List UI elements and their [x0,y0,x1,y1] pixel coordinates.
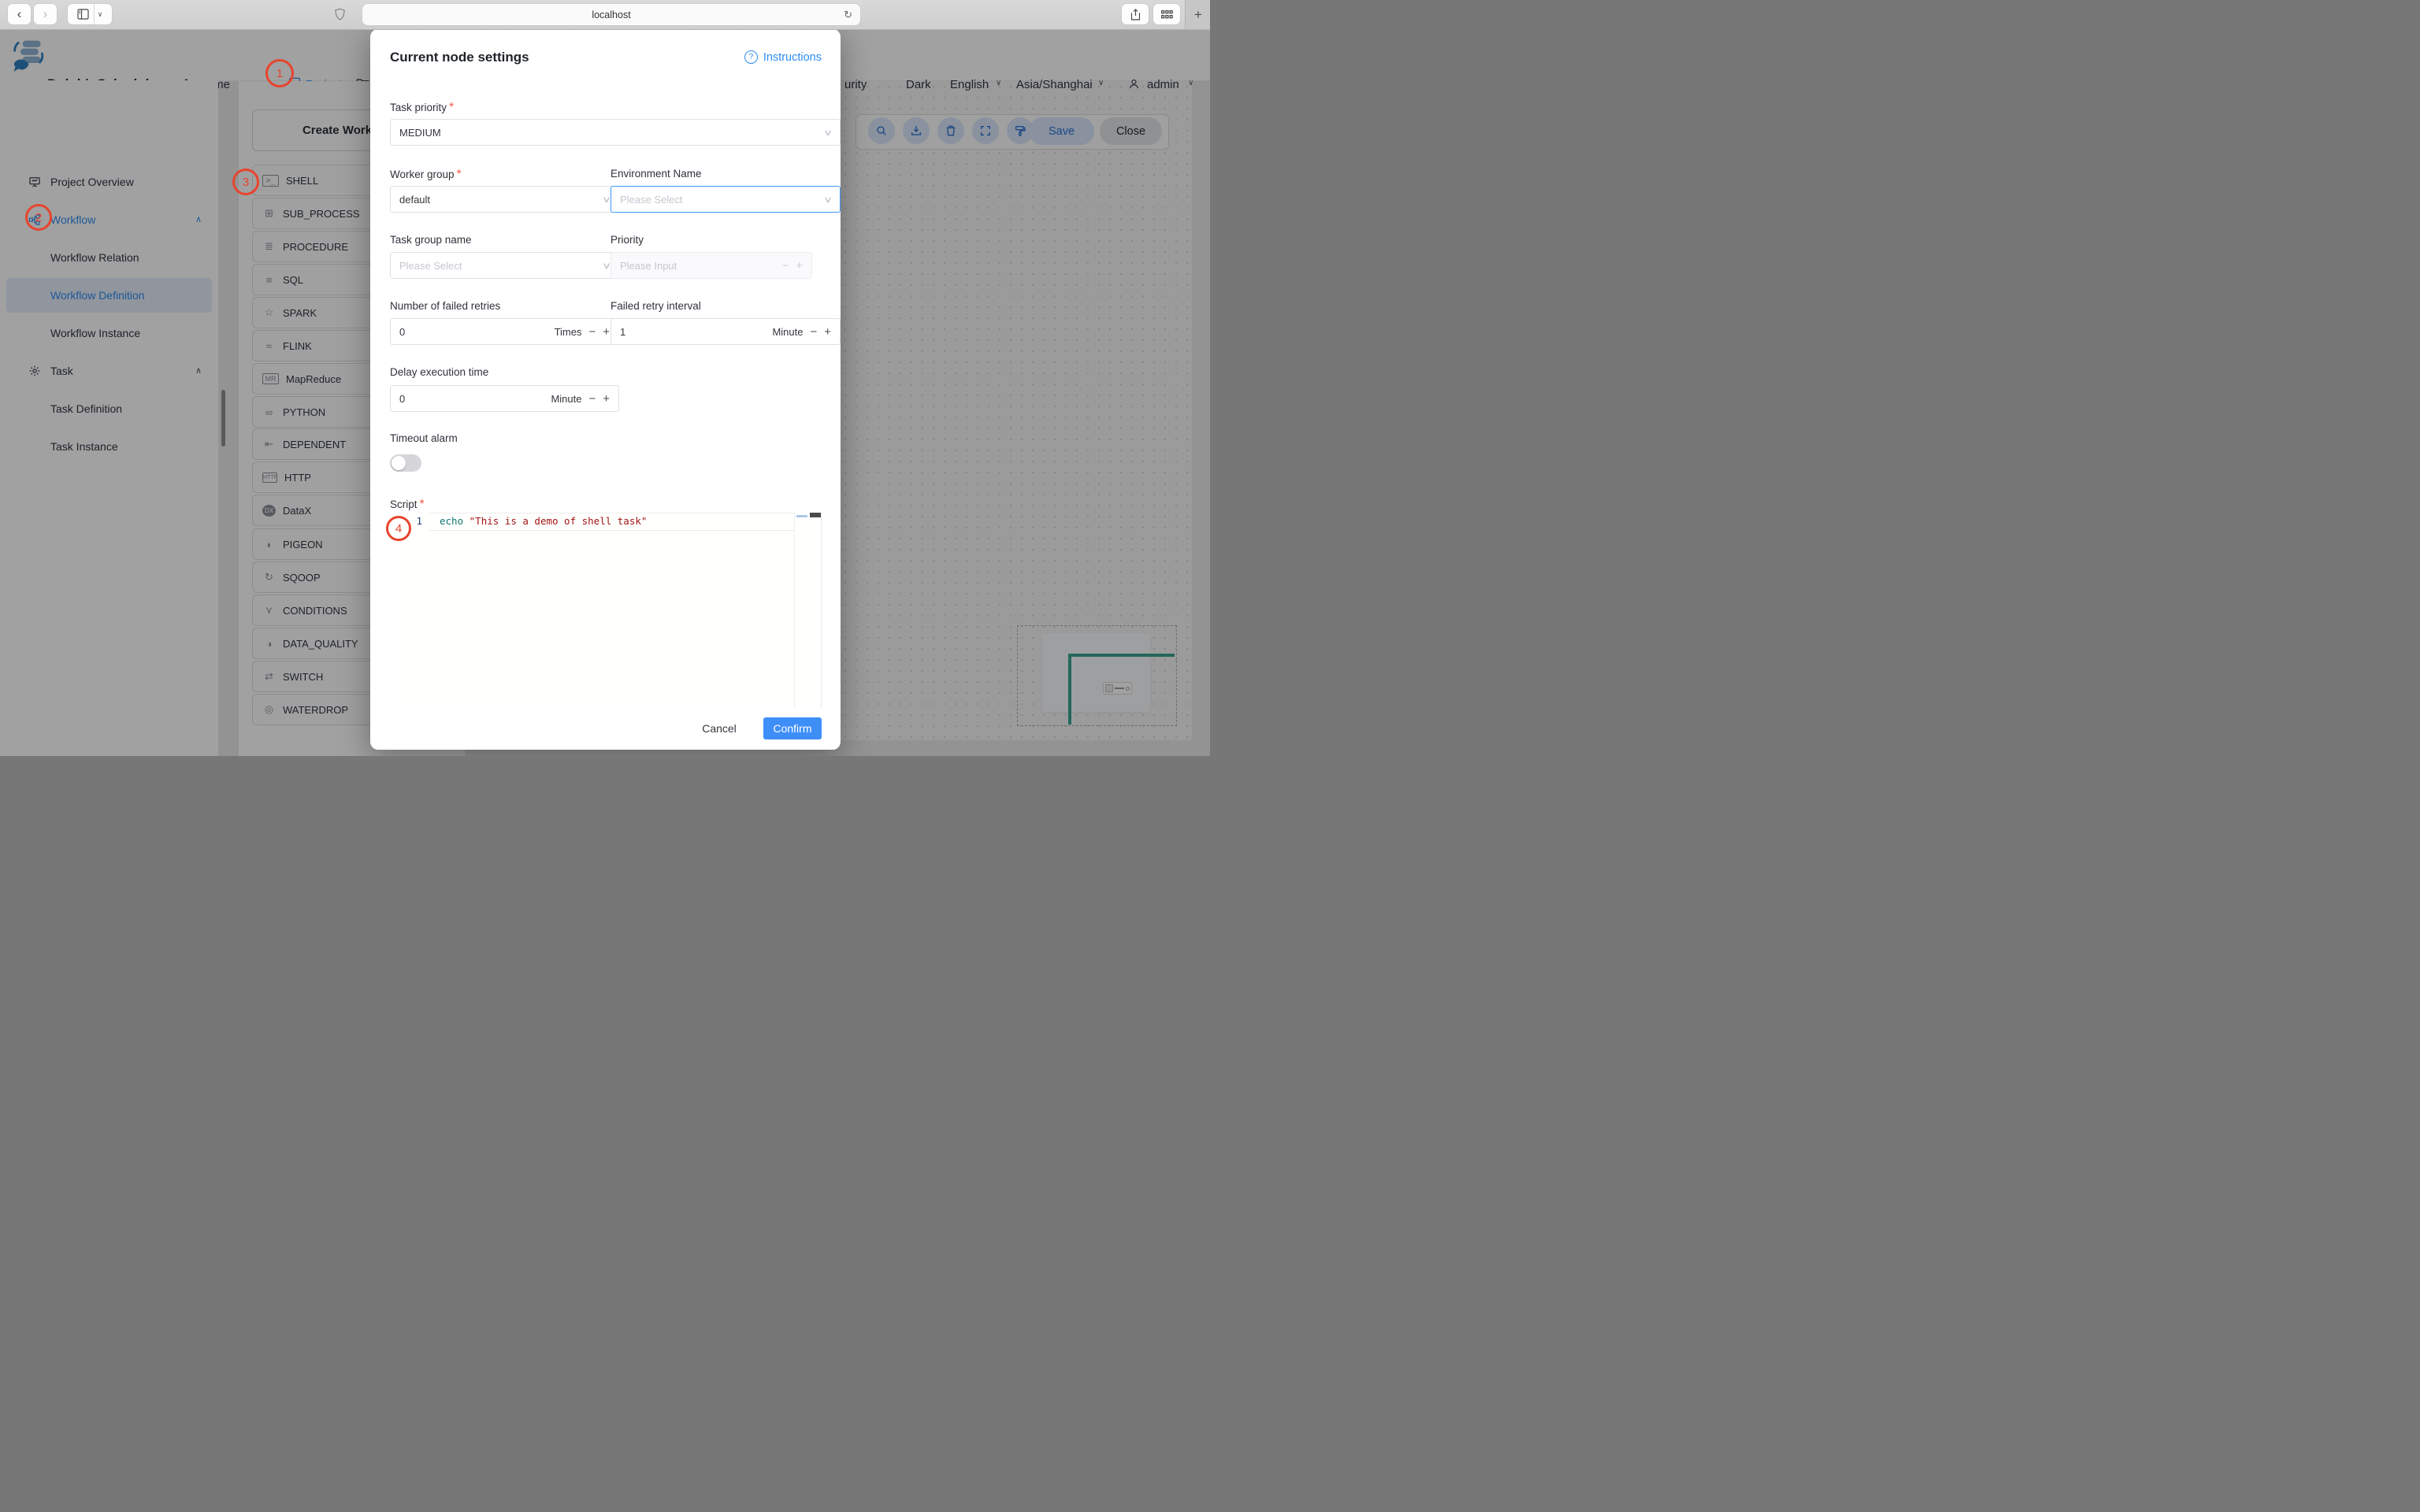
task-priority-label: Task priority * [390,101,455,114]
delay-time-label: Delay execution time [390,366,489,378]
cancel-button[interactable]: Cancel [693,717,745,739]
annotation-step-2: 2 [25,204,52,231]
minus-icon[interactable]: − [588,392,596,406]
task-group-name-label: Task group name [390,234,472,246]
timeout-alarm-toggle[interactable] [390,454,421,472]
script-label: Script * [390,498,425,511]
timeout-alarm-label: Timeout alarm [390,432,458,444]
help-icon: ? [744,50,758,64]
instructions-link[interactable]: ? Instructions [744,50,822,64]
editor-scrollbar-thumb[interactable] [810,513,821,517]
node-settings-modal: Current node settings ? Instructions Tas… [370,29,841,750]
minus-icon[interactable]: − [810,325,817,339]
browser-forward-button[interactable]: › [34,4,57,24]
editor-code-line: echo "This is a demo of shell task" [440,515,647,527]
refresh-icon[interactable]: ↻ [844,9,852,21]
task-group-name-select[interactable]: Please Select ∨ [390,252,619,279]
modal-title: Current node settings [390,50,529,65]
annotation-step-4: 4 [386,516,411,541]
priority-label: Priority [611,234,644,246]
worker-group-select[interactable]: default ∨ [390,186,619,213]
interval-suffix: Minute [772,325,804,338]
minus-icon[interactable]: − [588,325,596,339]
browser-tab-overview-button[interactable] [1153,4,1180,24]
annotation-step-1: 1 [265,59,294,87]
chevron-down-icon: ∨ [97,9,103,18]
plus-icon[interactable]: + [824,325,831,339]
failed-retries-input[interactable]: 0 Times − + [390,318,619,345]
screen: ‹ › ∨ localhost ↻ + DolphinScheduler Hom… [0,0,1210,756]
script-editor[interactable]: 1 echo "This is a demo of shell task" [402,513,822,709]
code-keyword: echo [440,515,464,527]
browser-chrome: ‹ › ∨ localhost ↻ + [0,0,1210,30]
delay-suffix: Minute [551,392,582,405]
confirm-button[interactable]: Confirm [763,717,822,739]
toggle-knob [392,456,406,470]
address-bar-url: localhost [592,9,631,20]
share-icon [1130,8,1140,20]
shield-icon[interactable] [335,8,345,20]
delay-time-input[interactable]: 0 Minute − + [390,385,619,412]
browser-back-button[interactable]: ‹ [8,4,31,24]
plus-icon: + [1194,6,1202,22]
address-bar[interactable]: localhost ↻ [362,4,860,25]
plus-icon[interactable]: + [796,259,803,272]
editor-right-border [821,513,822,709]
editor-minimap-divider [794,513,795,709]
chevron-down-icon: ∨ [822,195,833,205]
sidebar-toggle-icon [77,9,89,20]
browser-share-button[interactable] [1122,4,1149,24]
environment-name-select[interactable]: Please Select ∨ [611,186,841,213]
retry-interval-label: Failed retry interval [611,300,701,312]
retries-suffix: Times [554,325,582,338]
code-string: "This is a demo of shell task" [469,515,648,527]
annotation-step-3: 3 [232,169,259,195]
worker-group-label: Worker group * [390,168,462,181]
failed-retries-label: Number of failed retries [390,300,501,312]
plus-icon[interactable]: + [603,325,610,339]
back-icon: ‹ [17,6,22,21]
plus-icon[interactable]: + [603,392,610,406]
grid-icon [1160,9,1173,18]
forward-icon: › [43,6,48,21]
priority-input[interactable]: Please Input − + [611,252,812,279]
environment-name-label: Environment Name [611,168,702,180]
task-priority-select[interactable]: MEDIUM ∨ [390,119,841,146]
editor-minimap [796,515,807,517]
minus-icon[interactable]: − [781,259,789,272]
chevron-down-icon: ∨ [822,128,833,138]
browser-sidebar-toggle[interactable]: ∨ [68,4,112,24]
new-tab-button[interactable]: + [1185,0,1210,29]
retry-interval-input[interactable]: 1 Minute − + [611,318,841,345]
